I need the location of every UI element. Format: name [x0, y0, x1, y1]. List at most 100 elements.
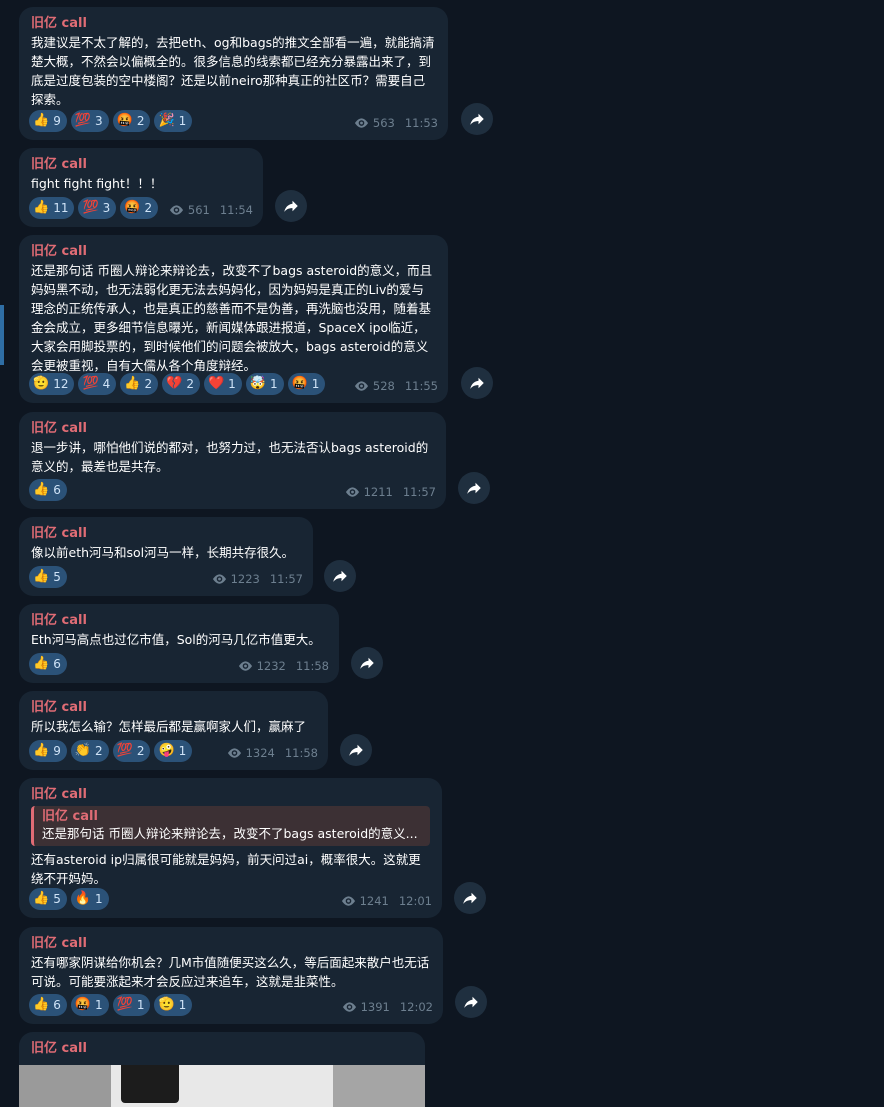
reaction-emoji: 🫡 — [158, 997, 175, 1012]
reaction-chip[interactable]: 👍 5 — [29, 566, 67, 588]
message-time: 11:54 — [219, 203, 253, 217]
share-button[interactable] — [454, 882, 486, 914]
message-text: 还是那句话 币圈人辩论来辩论去，改变不了bags asteroid的意义，而且妈… — [31, 263, 433, 373]
share-button[interactable] — [461, 367, 493, 399]
reaction-chip[interactable]: 🎉 1 — [154, 110, 193, 132]
message-author[interactable]: 旧亿 call — [31, 786, 430, 804]
reaction-emoji: 🫡 — [33, 376, 50, 391]
reaction-chip[interactable]: 👍 2 — [120, 373, 159, 395]
reaction-chip[interactable]: 🫡 1 — [154, 994, 193, 1016]
reaction-chip[interactable]: 👍 5 — [29, 888, 67, 910]
share-button[interactable] — [351, 647, 383, 679]
message-bubble[interactable]: 旧亿 call 所以我怎么输？怎样最后都是赢啊家人们，赢麻了 👍 9 👏 2 💯 2 … — [19, 691, 328, 770]
reaction-count: 5 — [53, 570, 61, 584]
reaction-emoji: 💯 — [82, 200, 99, 215]
message-bubble[interactable]: 旧亿 call 还有哪家阴谋给你机会？几M市值随便买这么久，等后面起来散户也无话… — [19, 927, 443, 1024]
message-author[interactable]: 旧亿 call — [31, 935, 431, 953]
reactions-row: 👍 11 💯 3 🤬 2 — [29, 197, 159, 219]
message-bubble[interactable]: 旧亿 call 还是那句话 币圈人辩论来辩论去，改变不了bags asteroi… — [19, 235, 448, 403]
message-author[interactable]: 旧亿 call — [31, 420, 434, 438]
reaction-chip[interactable]: 👍 9 — [29, 740, 67, 762]
reaction-chip[interactable]: 👍 9 — [29, 110, 67, 132]
reply-quote[interactable]: 旧亿 call 还是那句话 币圈人辩论来辩论去，改变不了bags asteroi… — [31, 806, 430, 846]
share-button[interactable] — [458, 472, 490, 504]
message-author[interactable]: 旧亿 call — [31, 15, 436, 33]
share-button[interactable] — [324, 560, 356, 592]
message-author[interactable]: 旧亿 call — [31, 612, 327, 630]
message-text: 还有哪家阴谋给你机会？几M市值随便买这么久，等后面起来散户也无话可说。可能要涨起… — [31, 955, 430, 989]
views-count: 561 — [187, 203, 210, 217]
reaction-count: 1 — [269, 377, 278, 391]
message-time: 11:57 — [269, 572, 303, 586]
reaction-emoji: 🤬 — [116, 113, 133, 128]
views-count: 1223 — [230, 572, 260, 586]
message-bubble[interactable]: 旧亿 call 退一步讲，哪怕他们说的都对，也努力过，也无法否认bags ast… — [19, 412, 446, 509]
message-text: 像以前eth河马和sol河马一样，长期共存很久。 — [31, 545, 295, 560]
reactions-row: 👍 5 — [29, 566, 67, 588]
reaction-chip[interactable]: 💯 4 — [78, 373, 117, 395]
reaction-chip[interactable]: 👍 6 — [29, 653, 67, 675]
message-author[interactable]: 旧亿 call — [31, 525, 301, 543]
reaction-emoji: 🤬 — [291, 376, 308, 391]
share-button[interactable] — [455, 986, 487, 1018]
message-author[interactable]: 旧亿 call — [31, 243, 436, 261]
reaction-chip[interactable]: 👍 11 — [29, 197, 75, 219]
reaction-chip[interactable]: 💔 2 — [162, 373, 200, 395]
message-author[interactable]: 旧亿 call — [31, 1040, 413, 1058]
reaction-count: 2 — [136, 744, 145, 758]
message-meta: 1241 12:01 — [341, 894, 432, 908]
message-bubble[interactable]: 旧亿 call fight fight fight！！！ 👍 11 💯 3 🤬 2 5… — [19, 148, 263, 227]
message-text: fight fight fight！！！ — [31, 176, 163, 191]
reaction-emoji: 💯 — [116, 997, 133, 1012]
message-time: 12:01 — [398, 894, 432, 908]
message-meta: 1391 12:02 — [342, 1000, 433, 1014]
share-button[interactable] — [340, 734, 372, 766]
reaction-emoji: 👍 — [33, 997, 50, 1012]
reaction-chip[interactable]: 👍 6 — [29, 479, 67, 501]
reaction-chip[interactable]: 👍 6 — [29, 994, 67, 1016]
message-time: 11:58 — [284, 746, 318, 760]
message-text: 退一步讲，哪怕他们说的都对，也努力过，也无法否认bags asteroid的意义… — [31, 440, 429, 474]
reaction-chip[interactable]: ❤️ 1 — [203, 373, 242, 395]
reaction-chip[interactable]: 🤪 1 — [154, 740, 193, 762]
reaction-chip[interactable]: 💯 3 — [70, 110, 109, 132]
reaction-count: 6 — [53, 483, 61, 497]
message-bubble[interactable]: 旧亿 call Eth河马高点也过亿市值，Sol的河马几亿市值更大。 👍 6 12… — [19, 604, 339, 683]
message-time: 11:58 — [295, 659, 329, 673]
reaction-chip[interactable]: 🫡 12 — [29, 373, 75, 395]
reaction-chip[interactable]: 🤬 1 — [70, 994, 109, 1016]
reaction-count: 1 — [228, 377, 236, 391]
message-text: Eth河马高点也过亿市值，Sol的河马几亿市值更大。 — [31, 632, 321, 647]
quote-text: 还是那句话 币圈人辩论来辩论去，改变不了bags asteroid的意义... — [42, 826, 418, 841]
reaction-chip[interactable]: 🤬 1 — [287, 373, 326, 395]
reaction-chip[interactable]: 🤯 1 — [245, 373, 284, 395]
reaction-count: 1 — [178, 998, 187, 1012]
reaction-count: 4 — [102, 377, 111, 391]
reaction-emoji: 🤬 — [74, 997, 92, 1012]
message-author[interactable]: 旧亿 call — [31, 156, 251, 174]
reaction-chip[interactable]: 💯 2 — [112, 740, 151, 762]
message-bubble[interactable]: 旧亿 call 旧亿 call 还是那句话 币圈人辩论来辩论去，改变不了bags… — [19, 778, 442, 918]
message-bubble[interactable]: 旧亿 call 我建议是不太了解的，去把eth、og和bags的推文全部看一遍，… — [19, 7, 448, 140]
share-arrow-icon — [464, 996, 478, 1008]
message-author[interactable]: 旧亿 call — [31, 699, 316, 717]
reaction-emoji: 💔 — [166, 376, 183, 391]
views-icon — [345, 487, 359, 497]
reaction-chip[interactable]: 💯 1 — [112, 994, 151, 1016]
message-bubble[interactable]: 旧亿 call 像以前eth河马和sol河马一样，长期共存很久。 👍 5 1223… — [19, 517, 313, 596]
reaction-chip[interactable]: 👏 2 — [70, 740, 109, 762]
reaction-chip[interactable]: 💯 3 — [78, 197, 117, 219]
message-time: 11:53 — [404, 116, 438, 130]
reaction-chip[interactable]: 🤬 2 — [120, 197, 159, 219]
image-attachment[interactable] — [19, 1065, 425, 1107]
left-edge-indicator — [0, 305, 4, 365]
reaction-chip[interactable]: 🔥 1 — [70, 888, 109, 910]
reaction-emoji: 👍 — [33, 482, 50, 497]
reaction-emoji: 👍 — [33, 569, 50, 584]
share-button[interactable] — [461, 103, 493, 135]
message-footer: 👍 9 💯 3 🤬 2 🎉 1 563 11:53 — [29, 110, 438, 134]
share-button[interactable] — [275, 190, 307, 222]
reaction-count: 1 — [178, 744, 187, 758]
reaction-chip[interactable]: 🤬 2 — [112, 110, 151, 132]
message-bubble[interactable]: 旧亿 call — [19, 1032, 425, 1107]
